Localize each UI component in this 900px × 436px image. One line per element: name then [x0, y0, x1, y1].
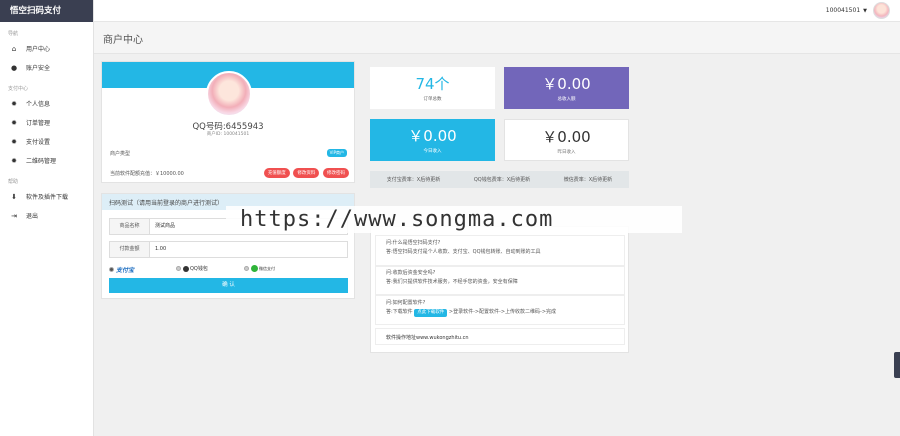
radio-wechat-pay[interactable]: 微信支付 — [244, 265, 275, 272]
merchant-type-badge: VIP商户 — [326, 149, 347, 157]
faq-question: 问:什么是悟空扫码支付? — [386, 240, 441, 246]
profile-avatar — [206, 71, 252, 117]
sidebar-item-profile[interactable]: ✹ 个人信息 — [0, 94, 93, 113]
stat-value: 74个 — [415, 75, 450, 93]
radio-alipay[interactable]: 支付宝 — [109, 265, 134, 274]
amount-row: 付款金额 — [109, 241, 348, 258]
qq-wallet-label: QQ钱包 — [190, 266, 208, 272]
gear-icon: ✹ — [11, 156, 17, 165]
confirm-button[interactable]: 确 认 — [109, 278, 348, 293]
faq-question: 问:收款后资金安全吗? — [386, 270, 436, 276]
qq-wallet-rate: QQ钱包费率：X后待更新 — [473, 177, 531, 183]
change-password-button[interactable]: 修改密码 — [323, 168, 349, 178]
download-software-button[interactable]: 点此下载软件 — [414, 309, 448, 317]
balance-row: 当前软件配额充值：￥10000.00 充值额度 修改资料 修改密码 — [110, 168, 349, 178]
watermark: https://www.songma.com — [226, 206, 682, 233]
alipay-logo: 支付宝 — [116, 267, 135, 274]
sidebar-item-account-security[interactable]: ● 账户安全 — [0, 58, 93, 77]
radio-qq-wallet[interactable]: QQ钱包 — [176, 265, 208, 272]
radio-dot — [109, 267, 114, 272]
stat-label: 订单总数 — [423, 97, 442, 102]
software-address-link[interactable]: 软件操作地址www.wukongzhitu.cn — [375, 328, 625, 345]
stat-label: 今日收入 — [423, 149, 442, 154]
sidebar-item-label: 账户安全 — [26, 65, 51, 72]
user-menu[interactable]: 100041501 ▼ — [826, 2, 890, 19]
sidebar-item-label: 用户中心 — [26, 46, 51, 53]
download-icon: ⬇ — [11, 192, 17, 201]
fee-rates-bar: 支付宝费率：X后待更新 QQ钱包费率：X后待更新 微信费率：X后待更新 — [370, 171, 629, 188]
page-title: 商户中心 — [103, 35, 143, 46]
radio-dot — [244, 266, 249, 271]
sidebar-item-label: 支付设置 — [26, 139, 51, 146]
sidebar-item-label: 二维码管理 — [26, 158, 57, 165]
sidebar-item-download[interactable]: ⬇ 软件及插件下载 — [0, 187, 93, 206]
wechat-pay-label: 微信支付 — [259, 265, 275, 271]
sidebar-item-label: 订单管理 — [26, 120, 51, 127]
faq-answer-pre: 答:下载软件 — [386, 309, 413, 315]
faq-question: 问:如何配置软件? — [386, 300, 426, 306]
user-id: 100041501 — [825, 7, 861, 14]
stat-total-orders: 74个 订单总数 — [370, 67, 495, 109]
stat-label: 总收入额 — [557, 97, 576, 102]
sidebar-item-label: 退出 — [26, 213, 39, 220]
amount-input[interactable] — [150, 242, 347, 257]
logout-icon: ⇥ — [11, 211, 17, 220]
nav-section-label: 帮助 — [8, 179, 19, 185]
alipay-rate: 支付宝费率：X后待更新 — [386, 177, 441, 183]
stat-value: ￥0.00 — [542, 128, 591, 146]
merchant-type-label: 商户类型 — [110, 151, 131, 157]
faq-answer: 答:悟空扫码支付是个人收款、支付宝、QQ钱包转账、自动到账的工具 — [386, 249, 541, 255]
nav-section-label: 支付中心 — [8, 86, 29, 92]
sidebar-item-pay-settings[interactable]: ✹ 支付设置 — [0, 132, 93, 151]
faq-item: 问:如何配置软件? 答:下载软件 点此下载软件 >登录软件->配置软件->上传收… — [375, 295, 625, 325]
sidebar-item-label: 软件及插件下载 — [26, 194, 69, 201]
faq-answer: 答:下载软件 点此下载软件 >登录软件->配置软件->上传收款二维码->完成 — [386, 308, 624, 317]
payment-method-group: 支付宝 QQ钱包 微信支付 — [109, 263, 348, 275]
stat-today-income: ￥0.00 今日收入 — [370, 119, 495, 161]
stat-value: ￥0.00 — [542, 75, 591, 93]
wechat-pay-icon — [251, 265, 258, 272]
profile-card: QQ号码:6455943 商户ID: 100041501 商户类型 VIP商户 … — [101, 61, 355, 183]
gear-icon: ✹ — [11, 137, 17, 146]
sidebar-item-user-center[interactable]: ⌂ 用户中心 — [0, 39, 93, 58]
gear-icon: ✹ — [11, 99, 17, 108]
faq-answer: 答:我们只提供软件技术服务，不经手您的资金，安全有保障 — [386, 279, 518, 285]
faq-item: 问:收款后资金安全吗? 答:我们只提供软件技术服务，不经手您的资金，安全有保障 — [375, 265, 625, 295]
nav-section-label: 导航 — [8, 31, 19, 37]
amount-label: 付款金额 — [110, 242, 150, 257]
merchant-type-row: 商户类型 VIP商户 — [110, 149, 347, 157]
sidebar-item-logout[interactable]: ⇥ 退出 — [0, 206, 93, 225]
product-name-label: 商品名称 — [110, 219, 150, 234]
page-header: 商户中心 — [94, 22, 900, 54]
wechat-rate: 微信费率：X后待更新 — [563, 177, 613, 183]
radio-dot — [176, 266, 181, 271]
caret-down-icon: ▼ — [863, 7, 867, 14]
stat-yesterday-income: ￥0.00 昨日收入 — [504, 119, 629, 161]
faq-panel: 问:什么是悟空扫码支付? 答:悟空扫码支付是个人收款、支付宝、QQ钱包转账、自动… — [370, 226, 629, 353]
edit-profile-button[interactable]: 修改资料 — [293, 168, 320, 178]
merchant-id: 商户ID: 100041501 — [206, 132, 250, 137]
brand-logo[interactable]: 悟空扫码支付 — [0, 0, 93, 22]
qq-penguin-icon — [183, 265, 189, 272]
recharge-button[interactable]: 充值额度 — [263, 168, 290, 178]
sidebar: 悟空扫码支付 导航 ⌂ 用户中心 ● 账户安全 支付中心 ✹ 个人信息 ✹ 订单… — [0, 0, 94, 436]
avatar[interactable] — [873, 2, 890, 19]
sidebar-item-orders[interactable]: ✹ 订单管理 — [0, 113, 93, 132]
stat-total-income: ￥0.00 总收入额 — [504, 67, 629, 109]
sidebar-item-label: 个人信息 — [26, 101, 51, 108]
top-bar: 100041501 ▼ — [94, 0, 900, 22]
user-icon: ● — [10, 63, 18, 72]
home-icon: ⌂ — [11, 44, 17, 53]
faq-answer-post: >登录软件->配置软件->上传收款二维码->完成 — [448, 309, 557, 315]
stat-label: 昨日收入 — [557, 150, 576, 155]
gear-icon: ✹ — [11, 118, 17, 127]
faq-item: 问:什么是悟空扫码支付? 答:悟空扫码支付是个人收款、支付宝、QQ钱包转账、自动… — [375, 235, 625, 267]
side-feedback-tab[interactable] — [894, 352, 900, 378]
stat-value: ￥0.00 — [408, 127, 457, 145]
sidebar-item-qrcodes[interactable]: ✹ 二维码管理 — [0, 151, 93, 170]
balance-text: 当前软件配额充值：￥10000.00 — [110, 171, 184, 177]
